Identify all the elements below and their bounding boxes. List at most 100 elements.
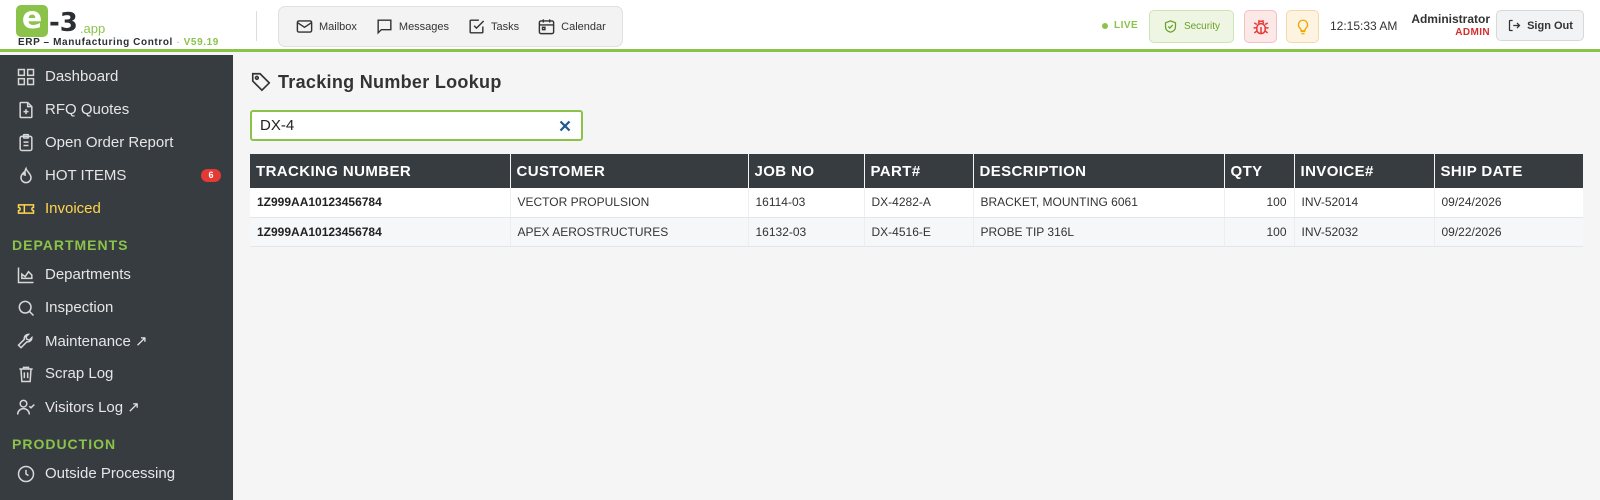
live-dot — [1102, 22, 1108, 29]
trash-icon — [19, 366, 33, 382]
lightbulb-icon — [1297, 19, 1308, 34]
sidebar-item-label: Maintenance ↗ — [45, 332, 148, 350]
user-role: ADMIN — [1455, 27, 1490, 38]
ship-date-cell: 09/22/2026 — [1434, 217, 1583, 247]
messages-button[interactable]: Messages — [366, 13, 458, 41]
column-header[interactable]: PART# — [864, 154, 974, 188]
user-name: Administrator — [1411, 12, 1490, 26]
calendar-button[interactable]: Calendar — [528, 13, 615, 41]
flame-icon — [20, 166, 32, 183]
message-icon — [377, 19, 392, 35]
live-indicator: LIVE — [1102, 20, 1138, 31]
column-header[interactable]: INVOICE# — [1294, 154, 1435, 188]
app-subtitle: ERP – Manufacturing Control · V59.19 — [18, 37, 219, 48]
header-divider — [256, 11, 257, 41]
description-cell: PROBE TIP 316L — [973, 217, 1225, 247]
qty-cell: 100 — [1224, 217, 1295, 247]
sidebar-item-label: Scrap Log — [45, 365, 114, 382]
qty-cell: 100 — [1224, 188, 1295, 218]
column-header[interactable]: QTY — [1224, 154, 1295, 188]
results-table: TRACKING NUMBER CUSTOMER JOB NO PART# DE… — [250, 154, 1583, 247]
sidebar-item-label: Open Order Report — [45, 134, 174, 151]
column-header[interactable]: JOB NO — [748, 154, 865, 188]
tasks-button[interactable]: Tasks — [458, 13, 528, 41]
tracking-search-input[interactable] — [260, 115, 540, 136]
logout-icon — [1508, 19, 1521, 32]
column-header[interactable]: SHIP DATE — [1434, 154, 1583, 188]
sidebar-item-label: Visitors Log ↗ — [45, 398, 140, 416]
table-row[interactable]: 1Z999AA10123456784 APEX AEROSTRUCTURES 1… — [250, 217, 1583, 247]
sidebar-item-visitors-log[interactable]: Visitors Log ↗ — [0, 390, 233, 423]
clear-search-button[interactable] — [557, 118, 573, 134]
table-row[interactable]: 1Z999AA10123456784 VECTOR PROPULSION 161… — [250, 188, 1583, 218]
sidebar-item-hot-items[interactable]: HOT ITEMS 6 — [0, 159, 233, 192]
sidebar-item-outside-processing[interactable]: Outside Processing — [0, 457, 233, 490]
security-button[interactable]: Security — [1149, 10, 1234, 43]
tasks-label: Tasks — [491, 20, 520, 33]
tracking-search-field — [250, 110, 583, 141]
column-header[interactable]: TRACKING NUMBER — [250, 154, 511, 188]
sidebar-item-label: Departments — [45, 266, 131, 283]
customer-cell: VECTOR PROPULSION — [510, 188, 749, 218]
page-title-text: Tracking Number Lookup — [278, 71, 502, 92]
job-no-cell: 16132-03 — [748, 217, 865, 247]
clock-icon — [17, 465, 35, 482]
sidebar-item-maintenance[interactable]: Maintenance ↗ — [0, 324, 233, 357]
app-subtitle-text: ERP – Manufacturing Control — [18, 37, 173, 48]
sign-out-button[interactable]: Sign Out — [1496, 10, 1584, 41]
page-title: Tracking Number Lookup — [250, 71, 502, 93]
sidebar-item-inspection[interactable]: Inspection — [0, 291, 233, 324]
idea-button[interactable] — [1286, 10, 1319, 43]
job-no-cell: 16114-03 — [748, 188, 865, 218]
clock: 12:15:33 AM — [1330, 19, 1398, 33]
column-header[interactable]: CUSTOMER — [510, 154, 749, 188]
sidebar-item-label: RFQ Quotes — [45, 101, 130, 118]
app-version: V59.19 — [183, 37, 219, 48]
customer-cell: APEX AEROSTRUCTURES — [510, 217, 749, 247]
invoice-cell: INV-52014 — [1294, 188, 1435, 218]
messages-label: Messages — [398, 20, 450, 33]
sidebar-item-label: Invoiced — [45, 200, 101, 217]
report-bug-button[interactable] — [1244, 10, 1277, 43]
bug-icon — [1253, 19, 1268, 34]
sidebar: Dashboard RFQ Quotes Open Order Report H… — [0, 55, 233, 500]
top-header: e -3 .app ERP – Manufacturing Control · … — [0, 0, 1600, 52]
mailbox-button[interactable]: Mailbox — [286, 13, 366, 41]
logo-text: -3 — [49, 8, 78, 38]
wrench-icon — [17, 333, 33, 349]
sidebar-item-scrap-log[interactable]: Scrap Log — [0, 357, 233, 390]
sidebar-item-label: Dashboard — [45, 68, 119, 85]
close-icon — [559, 120, 571, 132]
section-departments-heading: DEPARTMENTS — [12, 237, 129, 253]
app-logo[interactable]: e -3 .app — [16, 4, 106, 38]
clipboard-icon — [19, 133, 33, 151]
sidebar-item-invoiced[interactable]: Invoiced — [0, 192, 233, 225]
sign-out-label: Sign Out — [1527, 19, 1573, 32]
description-cell: BRACKET, MOUNTING 6061 — [973, 188, 1225, 218]
quick-nav: Mailbox Messages Tasks Calendar — [278, 6, 623, 47]
part-cell: DX-4282-A — [864, 188, 974, 218]
ticket-icon — [17, 203, 35, 214]
sidebar-item-departments[interactable]: Departments — [0, 258, 233, 291]
sidebar-item-label: Outside Processing — [45, 465, 176, 482]
tag-icon — [251, 72, 271, 92]
sidebar-item-dashboard[interactable]: Dashboard — [0, 60, 233, 93]
subtitle-separator: · — [176, 37, 181, 48]
section-production-heading: PRODUCTION — [12, 436, 117, 452]
hot-items-count-badge: 6 — [201, 169, 221, 182]
sidebar-item-rfq-quotes[interactable]: RFQ Quotes — [0, 93, 233, 126]
logo-suffix: .app — [79, 21, 106, 36]
file-plus-icon — [19, 101, 33, 118]
tracking-number-cell: 1Z999AA10123456784 — [250, 217, 511, 247]
live-label: LIVE — [1114, 20, 1139, 31]
sidebar-item-open-order-report[interactable]: Open Order Report — [0, 126, 233, 159]
logo-mark: e — [16, 4, 48, 37]
mailbox-label: Mailbox — [319, 20, 357, 33]
tracking-number-cell: 1Z999AA10123456784 — [250, 188, 511, 218]
ship-date-cell: 09/24/2026 — [1434, 188, 1583, 218]
calendar-label: Calendar — [561, 20, 606, 33]
column-header[interactable]: DESCRIPTION — [973, 154, 1225, 188]
invoice-cell: INV-52032 — [1294, 217, 1435, 247]
sidebar-item-label: Inspection — [45, 299, 114, 316]
security-label: Security — [1183, 21, 1221, 32]
